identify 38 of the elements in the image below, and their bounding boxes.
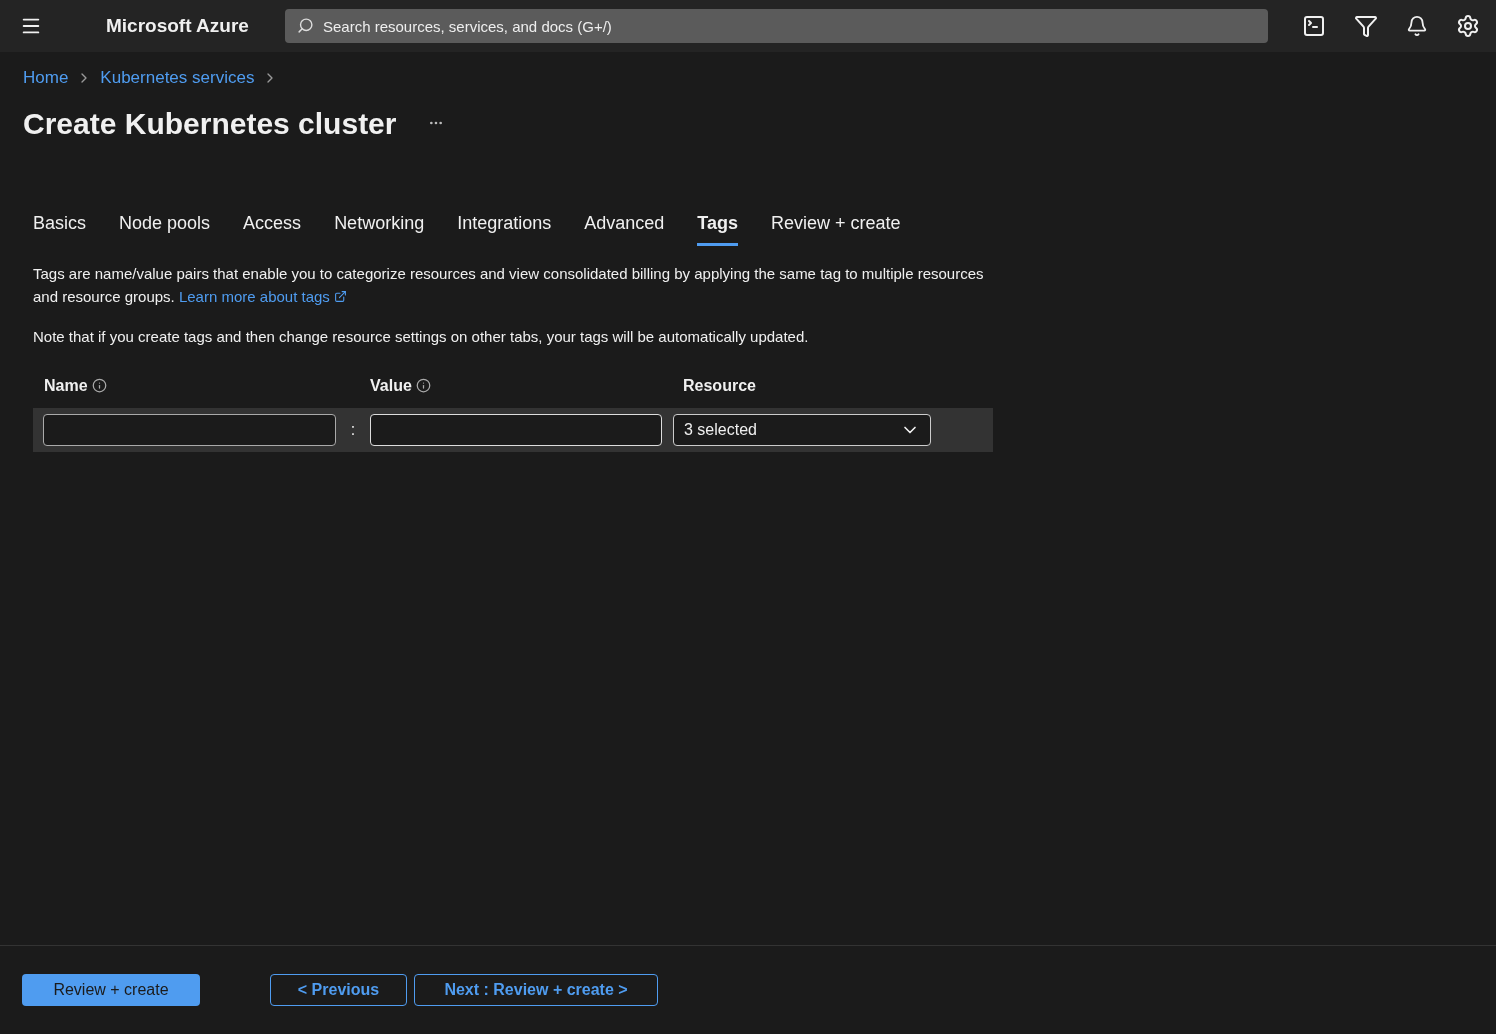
search-icon bbox=[296, 17, 314, 34]
settings-icon bbox=[1456, 14, 1480, 38]
terminal-icon bbox=[1302, 14, 1326, 38]
tab[interactable]: Review + create bbox=[771, 209, 901, 246]
search-field[interactable]: Search resources, services, and docs (G+/) bbox=[284, 9, 1268, 43]
column-header: Name bbox=[44, 375, 88, 396]
filter-button[interactable] bbox=[1354, 14, 1378, 38]
learn-more-link[interactable]: Learn more about tags bbox=[178, 284, 347, 308]
previous-button[interactable]: < Previous bbox=[270, 974, 407, 1006]
breadcrumb-link[interactable]: Home bbox=[23, 65, 69, 91]
resource-dropdown[interactable]: 3 selected bbox=[673, 413, 931, 446]
note-text: Note that if you create tags and then change resource settings on other tabs, your tags will be automatically updated. bbox=[33, 326, 810, 347]
name-input[interactable] bbox=[43, 413, 336, 446]
bell-icon bbox=[1406, 15, 1428, 37]
column-header: Resource bbox=[683, 375, 756, 396]
tab[interactable]: Node pools bbox=[119, 209, 211, 246]
notifications-button[interactable] bbox=[1406, 15, 1428, 37]
brand-title: Microsoft Azure bbox=[106, 13, 250, 38]
info-icon bbox=[415, 378, 431, 393]
next-button[interactable]: Next : Review + create > bbox=[414, 974, 658, 1006]
external-link-icon bbox=[333, 289, 347, 303]
settings-button[interactable] bbox=[1456, 14, 1480, 38]
breadcrumb-link[interactable]: Kubernetes services bbox=[100, 65, 255, 91]
tab[interactable]: Access bbox=[243, 209, 302, 246]
column-header: Value bbox=[370, 375, 412, 396]
terminal-button[interactable] bbox=[1302, 14, 1326, 38]
tab[interactable]: Basics bbox=[33, 209, 86, 246]
review-create-button[interactable]: Review + create bbox=[22, 974, 200, 1006]
separator-text: : bbox=[349, 419, 357, 440]
tab[interactable]: Integrations bbox=[457, 209, 552, 246]
tab[interactable]: Tags bbox=[697, 209, 738, 246]
description-text: Tags are name/value pairs that enable you to categorize resources and view consolidated billing by applying the same tag to multiple resources and resource groups. Learn more about tags bbox=[33, 261, 993, 308]
page-title: Create Kubernetes cluster bbox=[23, 105, 397, 142]
tab[interactable]: Networking bbox=[334, 209, 425, 246]
tab[interactable]: Advanced bbox=[584, 209, 665, 246]
value-input[interactable] bbox=[370, 413, 662, 446]
filter-icon bbox=[1354, 14, 1378, 38]
info-icon bbox=[91, 378, 107, 393]
